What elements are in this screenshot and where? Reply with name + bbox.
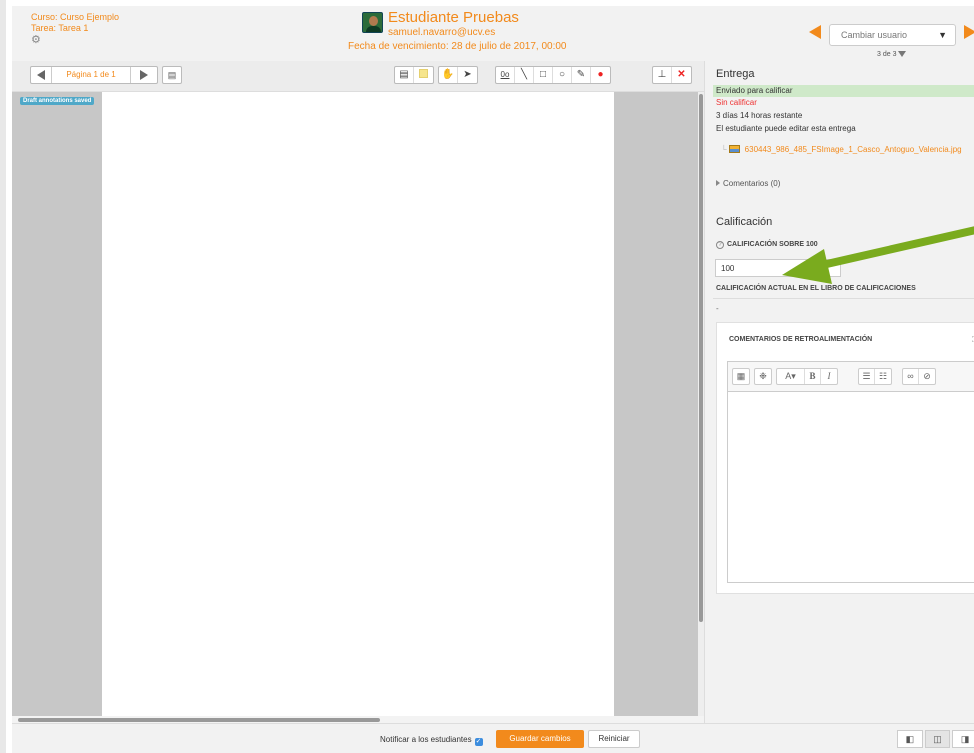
editor-group-2: ❉ <box>754 368 772 385</box>
grading-page: Curso: Curso Ejemplo Tarea: Tarea 1 ⚙ Es… <box>0 0 974 753</box>
chevron-down-icon: ▼ <box>938 30 947 40</box>
user-navigation: Cambiar usuario ▼ 3 de 3 <box>809 20 974 65</box>
horizontal-scroll-thumb[interactable] <box>18 718 380 722</box>
change-user-select[interactable]: Cambiar usuario ▼ <box>829 24 956 46</box>
editor-group-4: ☰ ☷ <box>858 368 892 385</box>
stamp-icon[interactable]: ⊥ <box>653 67 672 83</box>
layout-collapse-review-icon[interactable]: ◨ <box>952 730 974 748</box>
gear-icon[interactable]: ⚙ <box>31 35 119 46</box>
layout-collapse-grade-icon[interactable]: ◧ <box>897 730 923 748</box>
link-icon[interactable]: ∞ <box>903 369 919 384</box>
italic-icon[interactable]: I <box>821 369 837 384</box>
page-navigator: Página 1 de 1 <box>30 66 158 84</box>
file-link[interactable]: 630443_986_485_FSImage_1_Casco_Antoguo_V… <box>745 145 962 154</box>
course-link[interactable]: Curso: Curso Ejemplo <box>31 12 119 23</box>
grading-status: Sin calificar <box>716 98 757 107</box>
grading-panel: Entrega Enviado para calificar Sin calif… <box>704 61 974 723</box>
student-name[interactable]: Estudiante Pruebas <box>388 9 519 26</box>
reset-button[interactable]: Reiniciar <box>588 730 640 748</box>
draft-saved-badge: Draft annotations saved <box>20 97 95 105</box>
comment-color-icon[interactable] <box>414 67 433 83</box>
bullet-list-icon[interactable]: ☰ <box>859 369 875 384</box>
layout-switcher: ◧ ◫ ◨ <box>897 730 974 748</box>
previous-page-icon[interactable] <box>37 70 45 80</box>
toolbar-toggle-icon[interactable]: ▦ <box>733 369 749 384</box>
user-counter: 3 de 3 <box>877 51 907 58</box>
line-icon[interactable]: ╲ <box>515 67 534 83</box>
submission-status: Enviado para calificar <box>713 85 974 97</box>
grade-label: ? CALIFICACIÓN SOBRE 100 <box>716 241 818 249</box>
previous-user-icon[interactable] <box>809 25 821 39</box>
grading-header: Curso: Curso Ejemplo Tarea: Tarea 1 ⚙ Es… <box>12 6 974 61</box>
vertical-scroll-thumb[interactable] <box>699 94 703 622</box>
font-size-icon[interactable]: A▾ <box>777 369 805 384</box>
grade-label-text: CALIFICACIÓN SOBRE 100 <box>727 241 818 248</box>
comment-icon[interactable]: ▤ <box>395 67 414 83</box>
grade-section-title: Calificación <box>716 216 773 228</box>
drawing-tools: 0o ╲ □ ○ ✎ ● <box>495 66 611 84</box>
numbered-list-icon[interactable]: ☷ <box>875 369 891 384</box>
document-viewer: Draft annotations saved <box>12 92 698 716</box>
pointer-tools: ✋ ➤ <box>438 66 478 84</box>
colors-icon[interactable]: ❉ <box>755 369 771 384</box>
oval-icon[interactable]: ○ <box>553 67 572 83</box>
annotation-toolbar: Página 1 de 1 ▤ ▤ ✋ ➤ 0o ╲ □ ○ ✎ ● ⊥ ✕ <box>12 61 704 92</box>
student-avatar <box>362 12 383 33</box>
change-user-label: Cambiar usuario <box>841 30 908 40</box>
next-page-icon[interactable] <box>140 70 148 80</box>
unlink-icon[interactable]: ⊘ <box>919 369 935 384</box>
time-remaining: 3 días 14 horas restante <box>716 111 803 120</box>
color-drop-icon[interactable]: ● <box>591 67 610 83</box>
editor-group-3: A▾ B I <box>776 368 838 385</box>
editor-group-5: ∞ ⊘ <box>902 368 936 385</box>
editor-toolbar: ▦ ❉ A▾ B I ☰ ☷ ∞ ⊘ <box>728 362 974 392</box>
help-icon[interactable]: ? <box>716 241 724 249</box>
student-email[interactable]: samuel.navarro@ucv.es <box>388 27 495 38</box>
submission-title: Entrega <box>716 68 755 80</box>
current-grade-label: CALIFICACIÓN ACTUAL EN EL LIBRO DE CALIF… <box>716 285 916 292</box>
notify-students[interactable]: Notificar a los estudiantes ✓ <box>380 735 483 746</box>
comment-tools: ▤ <box>394 66 434 84</box>
course-info: Curso: Curso Ejemplo Tarea: Tarea 1 ⚙ <box>31 12 119 46</box>
current-grade-value: - <box>716 304 719 313</box>
pen-icon[interactable]: ✎ <box>572 67 591 83</box>
assignment-link[interactable]: Tarea: Tarea 1 <box>31 23 119 34</box>
notify-checkbox[interactable]: ✓ <box>474 738 483 746</box>
comments-toggle[interactable]: Comentarios (0) <box>716 179 780 188</box>
page-select[interactable]: Página 1 de 1 <box>51 67 131 83</box>
horizontal-scrollbar[interactable] <box>12 716 704 723</box>
next-user-icon[interactable] <box>964 25 974 39</box>
expand-comments-icon[interactable]: ▤ <box>162 66 182 84</box>
bold-icon[interactable]: B <box>805 369 821 384</box>
feedback-title: COMENTARIOS DE RETROALIMENTACIÓN <box>729 336 873 343</box>
filter-icon[interactable] <box>898 51 907 57</box>
notify-label: Notificar a los estudiantes <box>380 735 472 744</box>
clear-icon[interactable]: ✕ <box>672 67 691 83</box>
feedback-section: COMENTARIOS DE RETROALIMENTACIÓN ⛶ ▦ ❉ A… <box>716 322 974 594</box>
grade-input[interactable]: 100 <box>715 259 841 277</box>
user-counter-text: 3 de 3 <box>877 51 897 58</box>
editor-group-1: ▦ <box>732 368 750 385</box>
feedback-editor[interactable]: ▦ ❉ A▾ B I ☰ ☷ ∞ ⊘ <box>727 361 974 583</box>
rectangle-icon[interactable]: □ <box>534 67 553 83</box>
image-file-icon <box>728 145 740 153</box>
comment-text-icon[interactable]: 0o <box>496 67 515 83</box>
expand-triangle-icon <box>716 180 720 186</box>
tree-branch-icon: └ <box>721 145 727 154</box>
comments-label: Comentarios (0) <box>723 179 781 188</box>
layout-default-icon[interactable]: ◫ <box>924 730 951 748</box>
select-pointer-icon[interactable]: ➤ <box>458 67 477 83</box>
stamp-tools: ⊥ ✕ <box>652 66 692 84</box>
editable-note: El estudiante puede editar esta entrega <box>716 124 856 133</box>
grading-footer: Notificar a los estudiantes ✓ Guardar cam… <box>12 723 974 753</box>
save-button[interactable]: Guardar cambios <box>496 730 584 748</box>
divider <box>713 298 974 299</box>
pan-hand-icon[interactable]: ✋ <box>439 67 458 83</box>
submitted-file[interactable]: └ 630443_986_485_FSImage_1_Casco_Antoguo_… <box>721 145 962 154</box>
document-page[interactable] <box>102 92 614 716</box>
due-date: Fecha de vencimiento: 28 de julio de 201… <box>348 41 567 52</box>
